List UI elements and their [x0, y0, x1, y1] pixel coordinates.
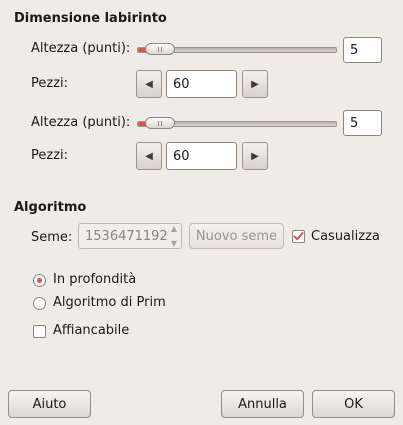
option-depth-first-label: In profondità: [53, 272, 137, 287]
maze-size-title: Dimensione labirinto: [14, 11, 167, 26]
spin-up-icon: ▲: [170, 224, 178, 233]
pieces-decrease-button-2[interactable]: ◀: [136, 142, 162, 170]
algorithm-title: Algoritmo: [14, 200, 87, 215]
new-seed-button[interactable]: Nuovo seme: [189, 223, 284, 249]
height-slider-1-knob[interactable]: [145, 43, 175, 55]
pieces-increase-button-2[interactable]: ▶: [242, 142, 268, 170]
height-label-2: Altezza (punti):: [31, 115, 131, 130]
seed-value: 1536471192: [85, 229, 168, 244]
pieces-field-2[interactable]: 60: [166, 142, 237, 170]
tileable-checkbox[interactable]: [33, 325, 46, 338]
pieces-label-1: Pezzi:: [31, 76, 69, 91]
checkmark-icon: [293, 232, 304, 241]
radio-prim[interactable]: [33, 297, 46, 310]
pieces-increase-button-1[interactable]: ▶: [242, 70, 268, 98]
seed-spin-buttons[interactable]: ▲ ▼: [167, 224, 181, 248]
seed-label: Seme:: [31, 230, 73, 245]
pieces-field-1[interactable]: 60: [166, 70, 237, 98]
radio-selected-dot: [37, 278, 42, 283]
triangle-right-icon: ▶: [251, 150, 259, 162]
triangle-left-icon: ◀: [145, 150, 153, 162]
spin-down-icon: ▼: [170, 239, 178, 248]
pieces-decrease-button-1[interactable]: ◀: [136, 70, 162, 98]
ok-button[interactable]: OK: [312, 390, 395, 418]
cancel-button[interactable]: Annulla: [221, 390, 304, 418]
triangle-left-icon: ◀: [145, 78, 153, 90]
help-button[interactable]: Aiuto: [8, 390, 91, 418]
radio-depth-first[interactable]: [33, 274, 46, 287]
height-value-field-2[interactable]: 5: [343, 110, 382, 136]
height-slider-2-knob[interactable]: [145, 117, 175, 129]
height-label-1: Altezza (punti):: [31, 41, 131, 56]
randomize-label: Casualizza: [311, 229, 380, 244]
tileable-label: Affiancabile: [53, 323, 130, 338]
randomize-checkbox[interactable]: [292, 230, 305, 243]
pieces-label-2: Pezzi:: [31, 148, 69, 163]
height-value-field-1[interactable]: 5: [343, 37, 382, 63]
option-prim-label: Algoritmo di Prim: [53, 295, 166, 310]
triangle-right-icon: ▶: [251, 78, 259, 90]
